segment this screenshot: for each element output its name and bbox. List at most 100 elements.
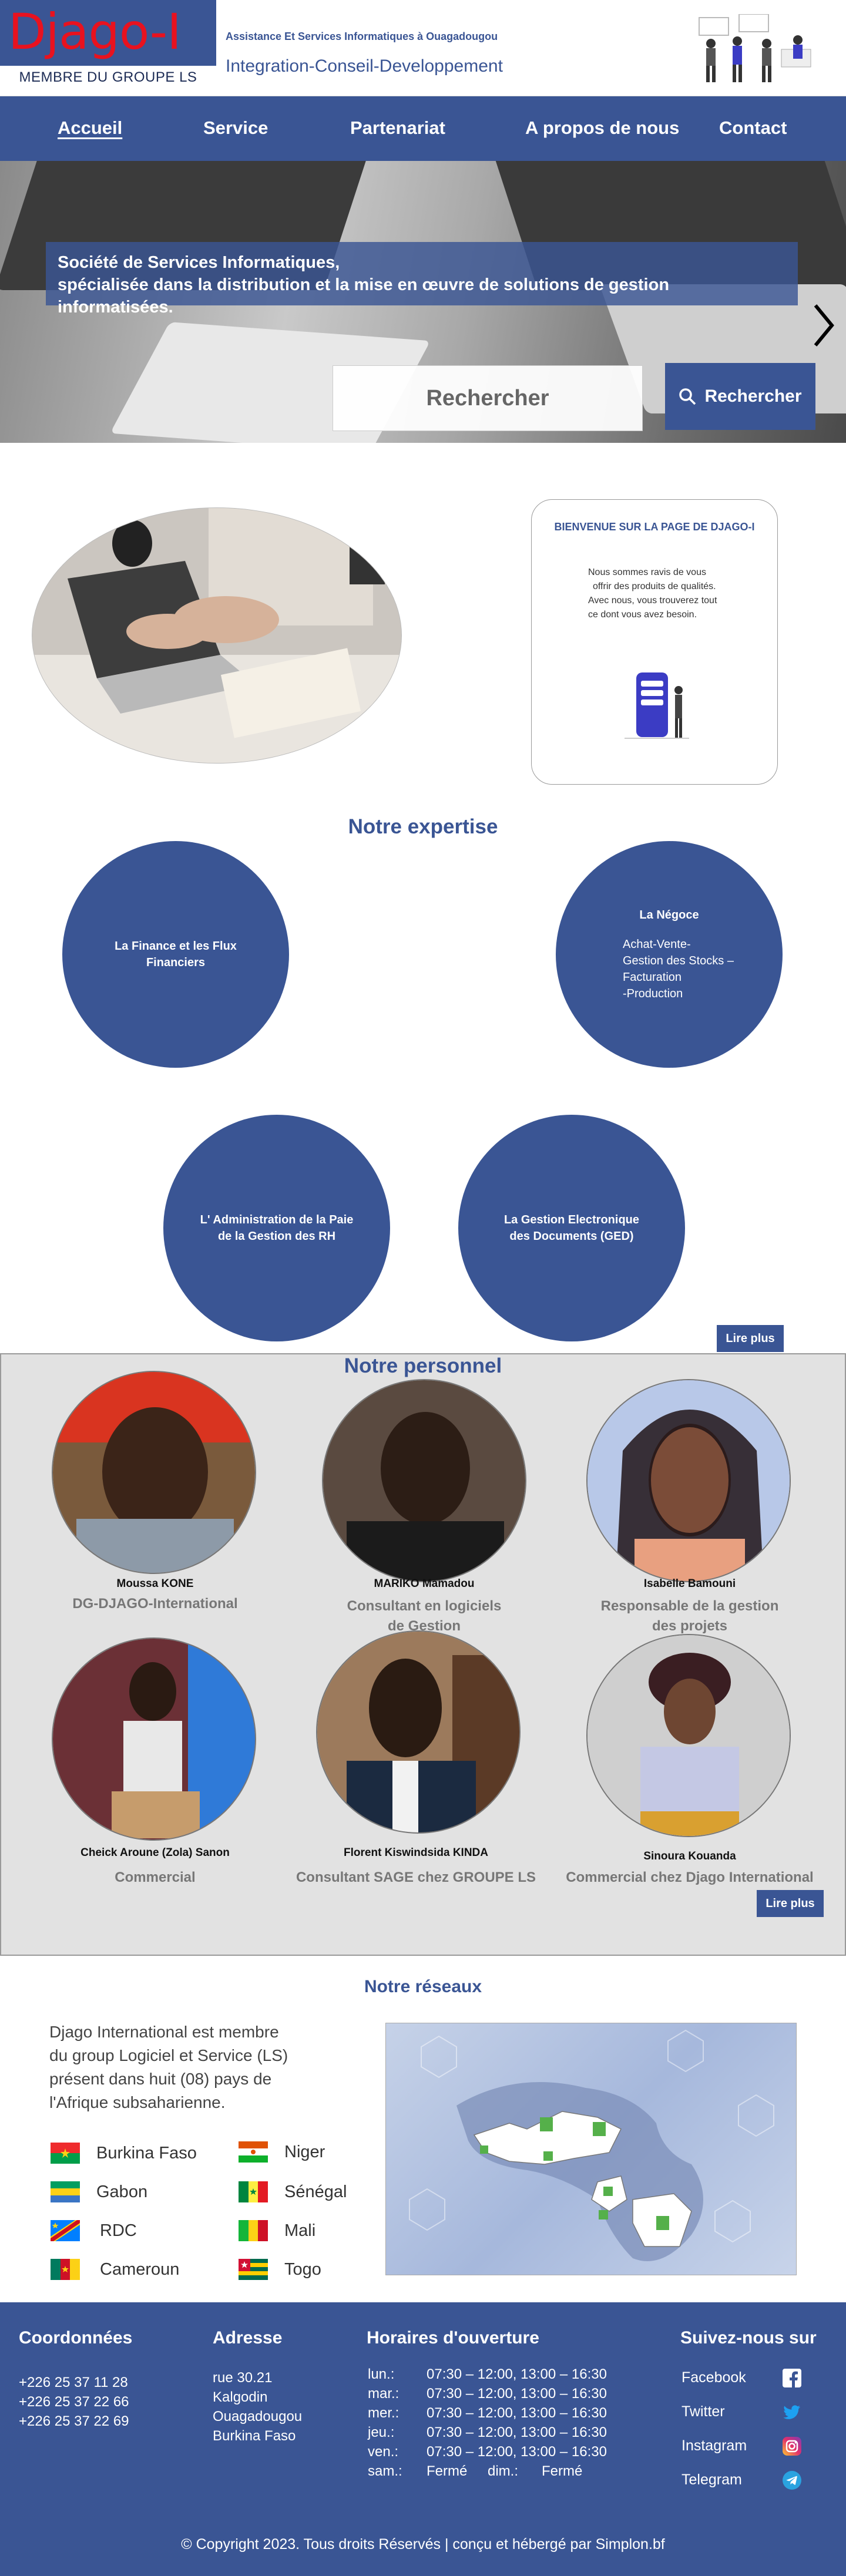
hero-carousel: Société de Services Informatiques, spéci…	[0, 161, 846, 443]
expertise-negoce-line: Gestion des Stocks –	[623, 954, 734, 967]
hours-time: 07:30 – 12:00, 13:00 – 16:30	[427, 2405, 607, 2421]
social-facebook[interactable]: Facebook	[682, 2368, 801, 2387]
country-label: Mali	[284, 2221, 316, 2240]
tagline-small: Assistance Et Services Informatiques à O…	[226, 31, 498, 42]
social-label: Instagram	[682, 2437, 747, 2454]
expertise-read-more-button[interactable]: Lire plus	[717, 1325, 784, 1352]
staff-role: des projets	[652, 1618, 728, 1634]
country-burkina-faso: Burkina Faso	[51, 2143, 197, 2164]
staff-role: Responsable de la gestion	[600, 1598, 779, 1614]
flag-senegal-icon	[239, 2181, 268, 2202]
country-label: Sénégal	[284, 2182, 347, 2201]
social-label: Twitter	[682, 2403, 725, 2420]
instagram-icon	[783, 2436, 801, 2456]
staff-photo	[586, 1379, 791, 1582]
expertise-section: Notre expertise La Finance et les Flux F…	[0, 807, 846, 1353]
country-cameroun: Cameroun	[51, 2259, 179, 2280]
country-label: Burkina Faso	[96, 2143, 197, 2163]
staff-role: Consultant SAGE chez GROUPE LS	[296, 1869, 536, 1885]
expertise-negoce-line: -Production	[623, 987, 683, 1000]
footer-address-title: Adresse	[213, 2328, 283, 2348]
staff-role: Commercial	[115, 1869, 196, 1885]
expertise-admin-line: L' Administration de la Paie	[200, 1213, 354, 1226]
social-telegram[interactable]: Telegram	[682, 2470, 801, 2490]
hours-day: mar.:	[368, 2386, 400, 2402]
intro-section: BIENVENUE SUR LA PAGE DE DJAGO-I Nous so…	[0, 443, 846, 807]
country-label: Togo	[284, 2259, 321, 2279]
site-footer: Coordonnées +226 25 37 11 28 +226 25 37 …	[0, 2302, 846, 2576]
expertise-admin-paie[interactable]: L' Administration de la Paie de la Gesti…	[163, 1115, 390, 1341]
staff-photo	[52, 1637, 256, 1841]
flag-togo-icon	[239, 2259, 268, 2280]
main-nav: Accueil Service Partenariat A propos de …	[0, 96, 846, 161]
staff-name: Isabelle Bamouni	[643, 1578, 736, 1590]
flag-rdc-icon	[51, 2220, 80, 2241]
tagline-big: Integration-Conseil-Developpement	[226, 56, 503, 76]
footer-follow-title: Suivez-nous sur	[680, 2328, 817, 2348]
network-text-line: l'Afrique subsaharienne.	[49, 2093, 226, 2111]
expertise-ged[interactable]: La Gestion Electronique des Documents (G…	[458, 1115, 685, 1341]
nav-accueil[interactable]: Accueil	[58, 117, 122, 139]
country-gabon: Gabon	[51, 2181, 147, 2202]
expertise-finance[interactable]: La Finance et les Flux Financiers	[62, 841, 289, 1068]
footer-phone[interactable]: +226 25 37 22 66	[19, 2392, 129, 2412]
country-label: Niger	[284, 2142, 325, 2161]
staff-photo	[586, 1634, 791, 1837]
hours-time: 07:30 – 12:00, 13:00 – 16:30	[427, 2444, 607, 2460]
footer-phone[interactable]: +226 25 37 22 69	[19, 2412, 129, 2431]
social-label: Facebook	[682, 2369, 746, 2386]
staff-role: Consultant en logiciels	[347, 1598, 502, 1614]
hours-day: mer.:	[368, 2405, 400, 2421]
welcome-line: Avec nous, vous trouverez tout	[588, 596, 717, 606]
footer-hours-title: Horaires d'ouverture	[367, 2328, 539, 2348]
footer-phone[interactable]: +226 25 37 11 28	[19, 2373, 129, 2392]
hero-banner: Société de Services Informatiques, spéci…	[46, 242, 798, 317]
expertise-negoce-title: La Négoce	[639, 909, 699, 922]
nav-service[interactable]: Service	[203, 117, 268, 139]
search-icon	[679, 388, 696, 405]
footer-address-line: Burkina Faso	[213, 2428, 296, 2444]
member-label: MEMBRE DU GROUPE LS	[19, 69, 197, 85]
staff-role: Commercial chez Djago International	[566, 1869, 814, 1885]
hours-time: Fermé	[427, 2463, 468, 2479]
africa-network-map	[385, 2023, 797, 2275]
logo[interactable]: Djago-I	[0, 0, 216, 66]
search-input[interactable]: Rechercher	[333, 365, 643, 431]
nav-partenariat[interactable]: Partenariat	[350, 117, 445, 139]
expertise-negoce-body: Achat-Vente- Gestion des Stocks – Factur…	[588, 936, 751, 1002]
welcome-line: ce dont vous avez besoin.	[588, 610, 697, 620]
country-label: Cameroun	[100, 2259, 180, 2279]
footer-address: rue 30.21 Kalgodin Ouagadougou Burkina F…	[213, 2368, 302, 2446]
social-instagram[interactable]: Instagram	[682, 2436, 801, 2456]
social-twitter[interactable]: Twitter	[682, 2403, 800, 2420]
network-text-line: présent dans huit (08) pays de	[49, 2070, 272, 2088]
network-section: Notre réseaux Djago International est me…	[0, 1956, 846, 2302]
expertise-negoce-line: Facturation	[623, 971, 682, 984]
nav-contact[interactable]: Contact	[719, 117, 787, 139]
staff-name: Moussa KONE	[116, 1578, 194, 1590]
footer-coordinates-title: Coordonnées	[19, 2328, 133, 2348]
country-label: Gabon	[96, 2182, 148, 2201]
nav-a-propos[interactable]: A propos de nous	[525, 117, 679, 139]
flag-niger-icon	[239, 2141, 268, 2163]
copyright: © Copyright 2023. Tous droits Réservés |…	[181, 2536, 665, 2553]
site-header: Djago-I MEMBRE DU GROUPE LS Assistance E…	[0, 0, 846, 96]
hours-row: ven.: 07:30 – 12:00, 13:00 – 16:30	[368, 2442, 607, 2461]
country-rdc: RDC	[51, 2220, 137, 2241]
welcome-line: Nous sommes ravis de vous	[588, 567, 706, 577]
expertise-finance-title: La Finance et les Flux Financiers	[115, 940, 237, 969]
hours-day: dim.:	[488, 2463, 519, 2479]
expertise-negoce[interactable]: La Négoce Achat-Vente- Gestion des Stock…	[556, 841, 783, 1068]
carousel-next-icon[interactable]	[812, 302, 835, 349]
welcome-text: Nous sommes ravis de vous offrir des pro…	[588, 566, 741, 622]
hours-day: ven.:	[368, 2444, 399, 2460]
staff-read-more-button[interactable]: Lire plus	[757, 1890, 824, 1917]
search-button[interactable]: Rechercher	[665, 363, 815, 430]
country-niger: Niger	[239, 2141, 325, 2163]
flag-cameroun-icon	[51, 2259, 80, 2280]
facebook-icon	[783, 2368, 801, 2387]
staff-name: Cheick Aroune (Zola) Sanon	[80, 1847, 230, 1859]
staff-photo	[316, 1630, 521, 1834]
staff-photo	[52, 1371, 256, 1574]
flag-mali-icon	[239, 2220, 268, 2241]
